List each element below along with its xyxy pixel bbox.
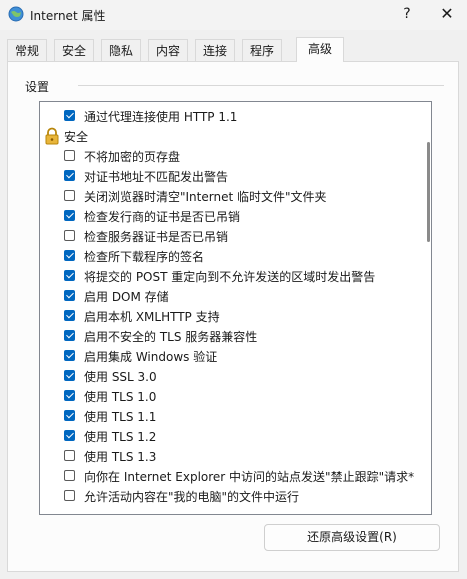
checkbox[interactable] — [64, 270, 75, 281]
category-label: 安全 — [64, 130, 89, 144]
checkbox[interactable] — [64, 110, 75, 121]
checkbox[interactable] — [64, 410, 75, 421]
checkbox[interactable] — [64, 210, 75, 221]
settings-option[interactable]: 检查发行商的证书是否已吊销 — [40, 206, 420, 226]
help-button[interactable]: ? — [396, 4, 418, 24]
settings-option[interactable]: 检查服务器证书是否已吊销 — [40, 226, 420, 246]
option-label[interactable]: 启用 DOM 存储 — [84, 288, 169, 305]
checkbox[interactable] — [64, 150, 75, 161]
settings-option[interactable]: 不将加密的页存盘 — [40, 146, 420, 166]
option-label[interactable]: 关闭浏览器时清空"Internet 临时文件"文件夹 — [84, 188, 327, 205]
option-label[interactable]: 对证书地址不匹配发出警告 — [84, 168, 228, 185]
settings-rows: 通过代理连接使用 HTTP 1.1 安全不将加密的页存盘对证书地址不匹配发出警告关… — [40, 106, 420, 506]
settings-option[interactable]: 使用 TLS 1.1 — [40, 406, 420, 426]
option-label[interactable]: 启用本机 XMLHTTP 支持 — [84, 308, 220, 325]
option-label[interactable]: 使用 TLS 1.3 — [84, 448, 156, 465]
option-label[interactable]: 允许活动内容在"我的电脑"的文件中运行 — [84, 488, 299, 505]
checkbox[interactable] — [64, 430, 75, 441]
vertical-scrollbar[interactable] — [424, 104, 431, 514]
checkbox[interactable] — [64, 230, 75, 241]
checkbox[interactable] — [64, 250, 75, 261]
settings-option[interactable]: 允许活动内容在"我的电脑"的文件中运行 — [40, 486, 420, 506]
settings-option[interactable]: 检查所下载程序的签名 — [40, 246, 420, 266]
scroll-thumb[interactable] — [427, 142, 430, 242]
option-label[interactable]: 向你在 Internet Explorer 中访问的站点发送"禁止跟踪"请求* — [84, 468, 414, 485]
settings-option[interactable]: 使用 TLS 1.0 — [40, 386, 420, 406]
option-label[interactable]: 使用 TLS 1.2 — [84, 428, 156, 445]
internet-globe-icon — [8, 6, 24, 22]
checkbox[interactable] — [64, 290, 75, 301]
option-label[interactable]: 检查发行商的证书是否已吊销 — [84, 208, 240, 225]
checkbox[interactable] — [64, 390, 75, 401]
option-label[interactable]: 检查所下载程序的签名 — [84, 248, 204, 265]
settings-option[interactable]: 启用不安全的 TLS 服务器兼容性 — [40, 326, 420, 346]
option-label[interactable]: 通过代理连接使用 HTTP 1.1 — [84, 108, 237, 125]
window-title: Internet 属性 — [30, 9, 106, 23]
restore-advanced-settings-button[interactable]: 还原高级设置(R) — [264, 524, 440, 551]
checkbox[interactable] — [64, 170, 75, 181]
tab-advanced[interactable]: 高级 — [296, 37, 344, 62]
option-label[interactable]: 不将加密的页存盘 — [84, 148, 180, 165]
settings-option[interactable]: 将提交的 POST 重定向到不允许发送的区域时发出警告 — [40, 266, 420, 286]
settings-category: 安全 — [40, 126, 420, 146]
settings-option[interactable]: 通过代理连接使用 HTTP 1.1 — [40, 106, 420, 126]
tab-programs[interactable]: 程序 — [242, 39, 282, 61]
option-label[interactable]: 启用不安全的 TLS 服务器兼容性 — [84, 328, 257, 345]
checkbox[interactable] — [64, 190, 75, 201]
settings-option[interactable]: 关闭浏览器时清空"Internet 临时文件"文件夹 — [40, 186, 420, 206]
checkbox[interactable] — [64, 490, 75, 501]
settings-group-label: 设置 — [25, 80, 50, 94]
settings-option[interactable]: 启用集成 Windows 验证 — [40, 346, 420, 366]
tab-privacy[interactable]: 隐私 — [101, 39, 141, 61]
tab-security[interactable]: 安全 — [54, 39, 94, 61]
tab-connections[interactable]: 连接 — [195, 39, 235, 61]
tab-content[interactable]: 内容 — [148, 39, 188, 61]
settings-option[interactable]: 启用 DOM 存储 — [40, 286, 420, 306]
settings-option[interactable]: 向你在 Internet Explorer 中访问的站点发送"禁止跟踪"请求* — [40, 466, 420, 486]
option-label[interactable]: 使用 TLS 1.1 — [84, 408, 156, 425]
option-label[interactable]: 启用集成 Windows 验证 — [84, 348, 217, 365]
checkbox[interactable] — [64, 450, 75, 461]
checkbox[interactable] — [64, 330, 75, 341]
option-label[interactable]: 将提交的 POST 重定向到不允许发送的区域时发出警告 — [84, 268, 375, 285]
option-label[interactable]: 检查服务器证书是否已吊销 — [84, 228, 228, 245]
settings-option[interactable]: 启用本机 XMLHTTP 支持 — [40, 306, 420, 326]
close-button[interactable]: ✕ — [436, 4, 458, 24]
settings-option[interactable]: 对证书地址不匹配发出警告 — [40, 166, 420, 186]
checkbox[interactable] — [64, 310, 75, 321]
checkbox[interactable] — [64, 370, 75, 381]
settings-option[interactable]: 使用 SSL 3.0 — [40, 366, 420, 386]
settings-option[interactable]: 使用 TLS 1.3 — [40, 446, 420, 466]
tab-general[interactable]: 常规 — [7, 39, 47, 61]
checkbox[interactable] — [64, 350, 75, 361]
settings-list[interactable]: 通过代理连接使用 HTTP 1.1 安全不将加密的页存盘对证书地址不匹配发出警告关… — [39, 101, 432, 515]
group-divider — [78, 85, 444, 86]
lock-icon — [45, 127, 59, 145]
option-label[interactable]: 使用 TLS 1.0 — [84, 388, 156, 405]
title-bar: Internet 属性 ? ✕ — [0, 0, 467, 30]
option-label[interactable]: 使用 SSL 3.0 — [84, 368, 157, 385]
checkbox[interactable] — [64, 470, 75, 481]
settings-option[interactable]: 使用 TLS 1.2 — [40, 426, 420, 446]
